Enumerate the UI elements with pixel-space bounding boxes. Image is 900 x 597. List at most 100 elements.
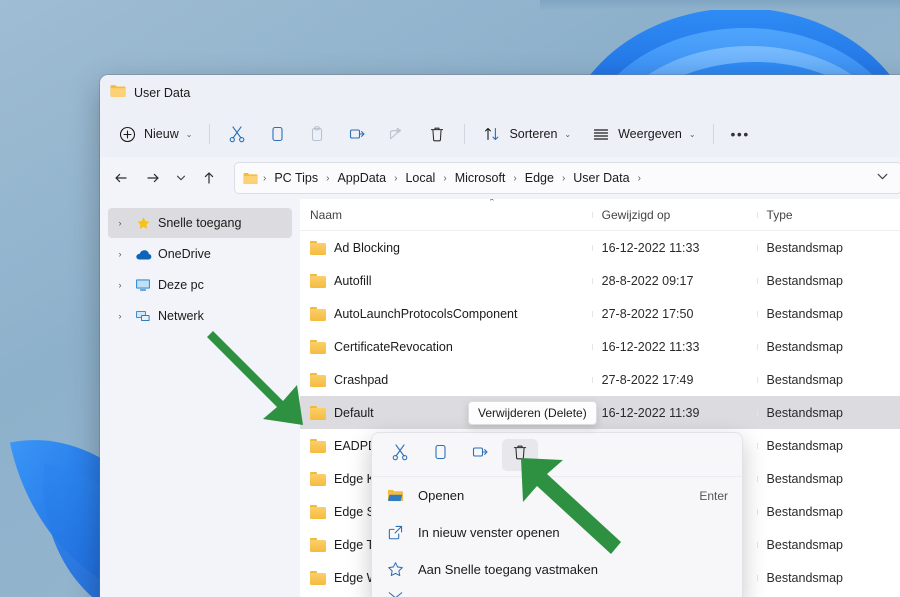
file-type: Bestandsmap xyxy=(756,472,900,486)
tooltip-text: Verwijderen (Delete) xyxy=(478,406,587,420)
view-button[interactable]: Weergeven ⌄ xyxy=(582,118,704,150)
breadcrumb-separator: › xyxy=(326,172,330,184)
rename-button[interactable] xyxy=(338,118,376,150)
folder-icon xyxy=(310,240,326,255)
plus-circle-icon xyxy=(117,124,137,144)
table-row[interactable]: CertificateRevocation 16-12-2022 11:33 B… xyxy=(300,330,900,363)
partial-icon xyxy=(386,590,404,597)
context-menu-item-aan-snelle-toegang-vastmaken[interactable]: Aan Snelle toegang vastmaken xyxy=(372,551,742,588)
file-type: Bestandsmap xyxy=(756,538,900,552)
delete-button[interactable] xyxy=(418,118,456,150)
sidebar-item-label: Netwerk xyxy=(158,309,204,323)
sidebar-item-snelle-toegang[interactable]: › Snelle toegang xyxy=(108,208,292,238)
breadcrumb-dropdown-icon[interactable] xyxy=(872,170,893,186)
file-type: Bestandsmap xyxy=(756,505,900,519)
sort-arrows-icon xyxy=(482,124,502,144)
context-menu-item-partial[interactable] xyxy=(372,588,742,597)
breadcrumb-item-3[interactable]: Microsoft xyxy=(450,169,511,187)
toolbar-separator-3 xyxy=(712,124,714,144)
file-type: Bestandsmap xyxy=(756,241,900,255)
file-name: Default xyxy=(334,405,374,420)
trash-icon xyxy=(427,124,447,144)
folder-icon xyxy=(310,438,326,453)
paste-icon xyxy=(307,124,327,144)
breadcrumb-item-0[interactable]: PC Tips xyxy=(269,169,323,187)
view-button-label: Weergeven xyxy=(618,127,682,141)
context-menu-item-label: Aan Snelle toegang vastmaken xyxy=(418,562,598,577)
file-type: Bestandsmap xyxy=(756,571,900,585)
context-menu-item-openen[interactable]: Openen Enter xyxy=(372,477,742,514)
context-menu-item-label: In nieuw venster openen xyxy=(418,525,560,540)
up-button[interactable] xyxy=(194,163,224,193)
star-outline-icon xyxy=(386,561,404,578)
file-modified: 16-12-2022 11:39 xyxy=(591,406,757,420)
context-rename-button[interactable] xyxy=(462,439,498,471)
file-modified: 16-12-2022 11:33 xyxy=(591,241,757,255)
folder-icon xyxy=(310,372,326,387)
copy-button[interactable] xyxy=(258,118,296,150)
toolbar-separator-2 xyxy=(464,124,466,144)
breadcrumb-separator: › xyxy=(443,172,447,184)
context-cut-button[interactable] xyxy=(382,439,418,471)
file-name: Ad Blocking xyxy=(334,240,401,255)
sort-button[interactable]: Sorteren ⌄ xyxy=(473,118,580,150)
network-icon xyxy=(134,307,152,325)
sidebar-item-deze-pc[interactable]: › Deze pc xyxy=(108,270,292,300)
file-type: Bestandsmap xyxy=(756,439,900,453)
file-name: Crashpad xyxy=(334,372,389,387)
chevron-right-icon[interactable]: › xyxy=(112,311,128,321)
address-bar: › PC Tips › AppData › Local › Microsoft … xyxy=(100,157,900,199)
column-header-modified[interactable]: Gewijzigd op xyxy=(591,208,757,222)
sidebar-item-netwerk[interactable]: › Netwerk xyxy=(108,301,292,331)
folder-icon xyxy=(310,471,326,486)
file-type: Bestandsmap xyxy=(756,274,900,288)
chevron-right-icon[interactable]: › xyxy=(112,280,128,290)
context-delete-button[interactable] xyxy=(502,438,538,471)
file-name: AutoLaunchProtocolsComponent xyxy=(334,306,518,321)
breadcrumb[interactable]: › PC Tips › AppData › Local › Microsoft … xyxy=(234,162,900,194)
table-row-selected[interactable]: Default 16-12-2022 11:39 Bestandsmap xyxy=(300,396,900,429)
file-type: Bestandsmap xyxy=(756,373,900,387)
new-button-label: Nieuw xyxy=(144,127,179,141)
column-header-name[interactable]: Naam xyxy=(300,208,592,222)
ellipsis-icon: ••• xyxy=(730,126,750,142)
table-row[interactable]: AutoLaunchProtocolsComponent 27-8-2022 1… xyxy=(300,297,900,330)
context-menu: Openen Enter In nieuw venster openen Aan… xyxy=(371,432,743,597)
breadcrumb-item-1[interactable]: AppData xyxy=(332,169,391,187)
more-options-button[interactable]: ••• xyxy=(722,118,759,150)
folder-icon xyxy=(310,570,326,585)
share-button[interactable] xyxy=(378,118,416,150)
new-button[interactable]: Nieuw ⌄ xyxy=(108,118,201,150)
sidebar-item-onedrive[interactable]: › OneDrive xyxy=(108,239,292,269)
back-button[interactable] xyxy=(106,163,136,193)
breadcrumb-item-2[interactable]: Local xyxy=(400,169,440,187)
paste-button[interactable] xyxy=(298,118,336,150)
chevron-right-icon[interactable]: › xyxy=(112,218,128,228)
folder-open-icon xyxy=(386,488,404,503)
table-row[interactable]: Ad Blocking 16-12-2022 11:33 Bestandsmap xyxy=(300,231,900,264)
context-copy-button[interactable] xyxy=(422,439,458,471)
context-menu-item-label: Openen xyxy=(418,488,465,503)
file-type: Bestandsmap xyxy=(756,406,900,420)
table-row[interactable]: Crashpad 27-8-2022 17:49 Bestandsmap xyxy=(300,363,900,396)
trash-icon xyxy=(511,443,529,466)
chevron-right-icon[interactable]: › xyxy=(112,249,128,259)
folder-icon xyxy=(310,339,326,354)
folder-icon xyxy=(243,172,258,185)
copy-icon xyxy=(267,124,287,144)
context-menu-item-in-nieuw-venster-openen[interactable]: In nieuw venster openen xyxy=(372,514,742,551)
scissors-icon xyxy=(227,124,247,144)
breadcrumb-separator: › xyxy=(513,172,517,184)
column-header-type[interactable]: Type xyxy=(756,208,900,222)
context-menu-item-shortcut: Enter xyxy=(699,488,728,503)
tooltip: Verwijderen (Delete) xyxy=(468,401,597,425)
forward-button[interactable] xyxy=(138,163,168,193)
breadcrumb-item-5[interactable]: User Data xyxy=(568,169,634,187)
recent-locations-button[interactable] xyxy=(170,163,192,193)
sidebar-item-label: Deze pc xyxy=(158,278,204,292)
star-icon xyxy=(134,214,152,232)
table-row[interactable]: Autofill 28-8-2022 09:17 Bestandsmap xyxy=(300,264,900,297)
cut-button[interactable] xyxy=(218,118,256,150)
share-icon xyxy=(387,124,407,144)
breadcrumb-item-4[interactable]: Edge xyxy=(520,169,559,187)
